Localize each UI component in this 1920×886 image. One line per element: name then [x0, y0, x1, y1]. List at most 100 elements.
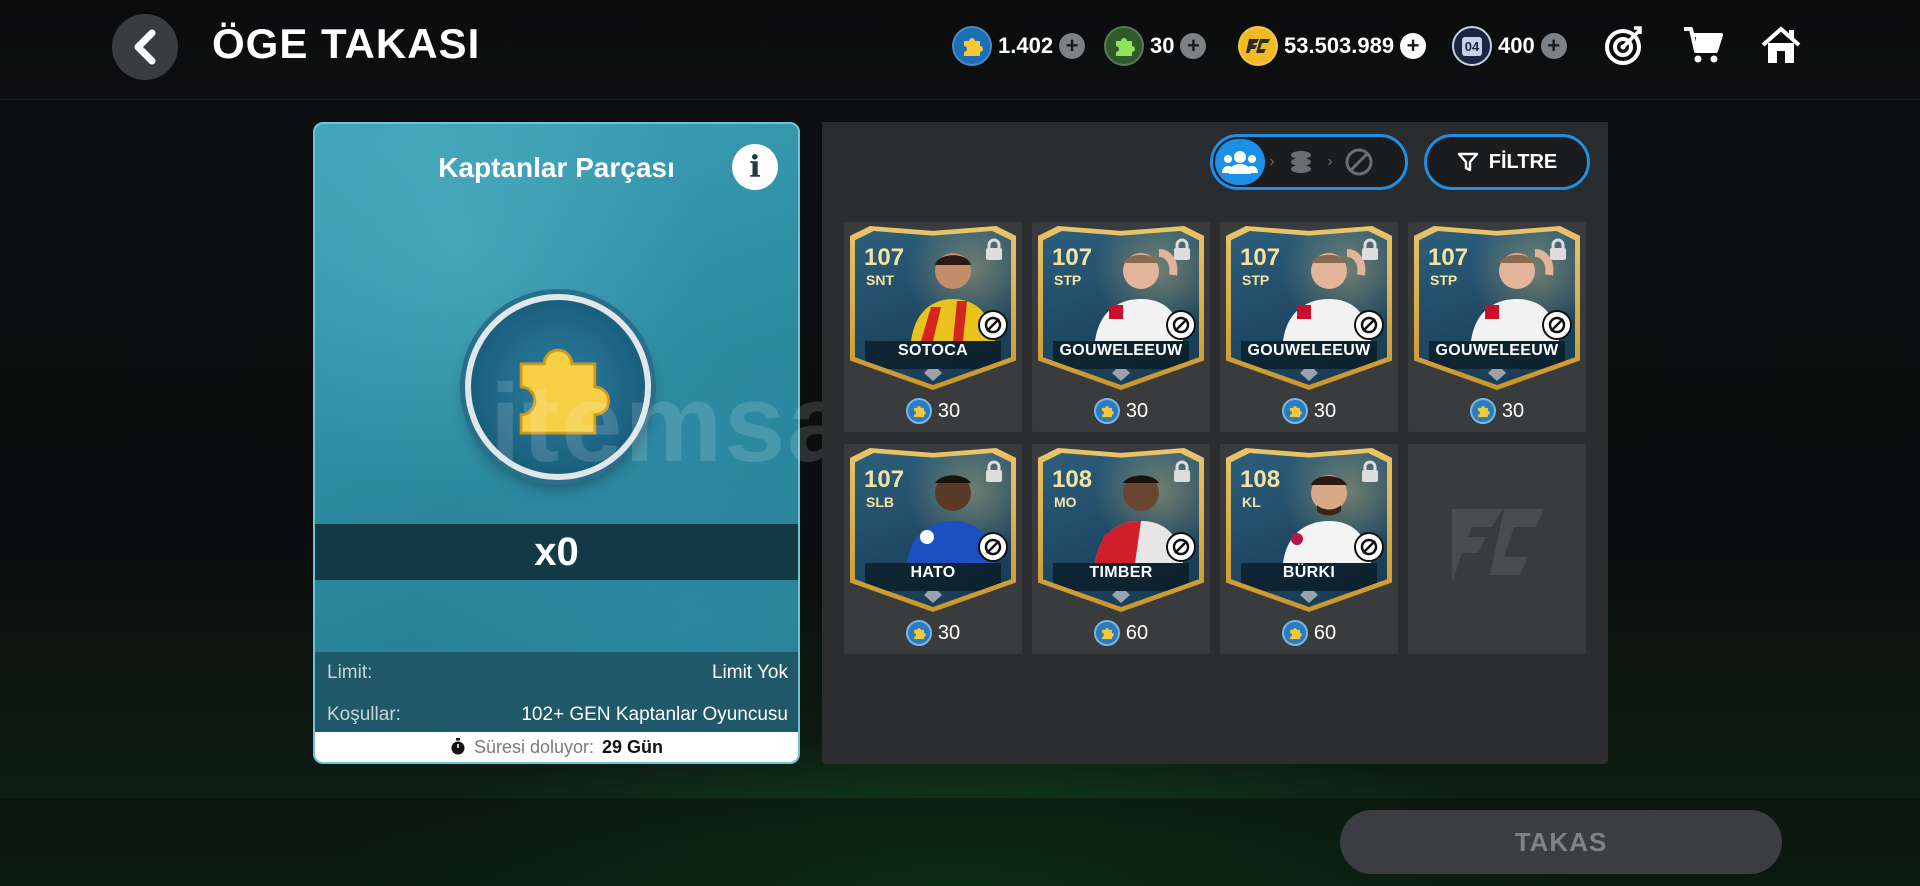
group-icon [1222, 151, 1258, 174]
swap-button[interactable]: TAKAS [1340, 810, 1782, 874]
add-captains-piece-button[interactable]: + [1059, 33, 1086, 59]
player-rating: 107 [1428, 244, 1469, 271]
player-price: 30 [1408, 398, 1586, 424]
player-tile[interactable]: 107 STP GOUWELEEUW 30 [1032, 222, 1210, 432]
players-panel: › › FİLTRE 107 SNT SOTOCA 30 107 STP GOU… [822, 122, 1608, 764]
untradeable-icon [978, 532, 1008, 562]
stopwatch-icon [451, 738, 465, 755]
player-card: 107 STP GOUWELEEUW [1038, 226, 1204, 390]
player-position: SNT [866, 272, 894, 288]
price-value: 30 [1125, 399, 1149, 422]
objectives-button[interactable] [1602, 22, 1648, 68]
item-name: Kaptanlar Parçası [438, 152, 675, 183]
untradeable-icon [1354, 532, 1384, 562]
sort-players-button[interactable] [1215, 139, 1265, 185]
price-value: 30 [937, 399, 961, 422]
fc-logo-icon [1452, 509, 1544, 583]
player-position: SLB [866, 494, 894, 510]
coin-stack-icon [1291, 151, 1311, 173]
player-tile[interactable]: 107 STP GOUWELEEUW 30 [1408, 222, 1586, 432]
player-price: 60 [1032, 620, 1210, 646]
gem-icon [1112, 591, 1130, 603]
player-name: SOTOCA [898, 342, 968, 359]
player-tile[interactable]: 107 SLB HATO 30 [844, 444, 1022, 654]
player-rating: 107 [1240, 244, 1281, 271]
gem-icon [1300, 369, 1318, 381]
captains-piece-icon [905, 398, 932, 424]
item-meta: Limit: Limit Yok Koşullar: 102+ GEN Kapt… [315, 652, 798, 736]
conditions-value: 102+ GEN Kaptanlar Oyuncusu [521, 704, 788, 725]
filter-label: FİLTRE [1488, 150, 1558, 173]
player-name: BÜRKI [1282, 564, 1336, 581]
price-value: 30 [1313, 399, 1337, 422]
sort-steps: › › [1210, 134, 1408, 190]
player-rating: 108 [1240, 466, 1281, 493]
empty-slot [1408, 444, 1586, 654]
captains-piece-icon [1093, 398, 1120, 424]
captains-piece-icon [1469, 398, 1496, 424]
player-tile[interactable]: 108 KL BÜRKI 60 [1220, 444, 1398, 654]
gem-icon [1300, 591, 1318, 603]
fc-coin-icon [1238, 26, 1278, 66]
add-coins-button[interactable]: + [1400, 33, 1427, 59]
lock-icon [986, 238, 1002, 260]
player-card: 107 STP GOUWELEEUW [1414, 226, 1580, 390]
back-button[interactable] [112, 14, 178, 80]
untradeable-icon [1345, 148, 1373, 176]
player-name: HATO [910, 564, 956, 581]
player-rating: 107 [864, 244, 905, 271]
home-button[interactable] [1758, 22, 1804, 68]
green-piece-value: 30 [1150, 33, 1175, 58]
untradeable-icon [1354, 310, 1384, 340]
add-green-piece-button[interactable]: + [1180, 33, 1207, 59]
captains-piece-icon [952, 26, 992, 66]
add-gems-button[interactable]: + [1540, 33, 1567, 59]
limit-row: Limit: Limit Yok [315, 652, 798, 694]
untradeable-icon [978, 310, 1008, 340]
player-rating: 107 [864, 466, 905, 493]
gem-icon [924, 591, 942, 603]
player-tile[interactable]: 107 SNT SOTOCA 30 [844, 222, 1022, 432]
chevron-right-icon: › [1327, 153, 1333, 170]
untradeable-icon [1542, 310, 1572, 340]
player-card: 107 SLB HATO [850, 448, 1016, 612]
captains-piece-value: 1.402 [998, 33, 1054, 58]
limit-value: Limit Yok [711, 662, 788, 683]
home-icon [1761, 26, 1801, 63]
sort-untradeable-button[interactable] [1337, 139, 1381, 185]
player-price: 60 [1220, 620, 1398, 646]
player-card: 108 KL BÜRKI [1226, 448, 1392, 612]
gem-card-badge: 04 [1461, 36, 1483, 56]
captains-piece-icon [905, 620, 932, 646]
player-name: GOUWELEEUW [1059, 342, 1183, 359]
lock-icon [1550, 238, 1566, 260]
gem-value: 400 [1498, 33, 1535, 58]
currency-captains-piece: 1.402 + [952, 24, 1086, 68]
info-button[interactable]: i [732, 144, 778, 190]
item-count: x0 [315, 524, 798, 580]
filter-icon [1457, 152, 1478, 172]
top-bar: ÖGE TAKASI 1.402 + 30 + 53.503.989 + 04 … [0, 0, 1920, 100]
limit-label: Limit: [327, 662, 373, 683]
store-button[interactable] [1680, 22, 1726, 68]
sort-coins-button[interactable] [1279, 139, 1323, 185]
player-price: 30 [844, 398, 1022, 424]
currency-green-piece: 30 + [1104, 24, 1207, 68]
player-position: STP [1054, 272, 1082, 288]
panel-toolbar: › › FİLTRE [822, 122, 1608, 200]
gem-icon [1488, 369, 1506, 381]
filter-button[interactable]: FİLTRE [1424, 134, 1590, 190]
player-position: STP [1242, 272, 1270, 288]
expiry-value: 29 Gün [602, 736, 664, 757]
expiry-label: Süresi doluyor: [473, 736, 595, 757]
player-position: KL [1242, 494, 1261, 510]
conditions-row: Koşullar: 102+ GEN Kaptanlar Oyuncusu [315, 694, 798, 736]
player-price: 30 [1220, 398, 1398, 424]
untradeable-icon [1166, 310, 1196, 340]
conditions-label: Koşullar: [327, 704, 401, 725]
green-piece-icon [1104, 26, 1144, 66]
player-price: 30 [844, 620, 1022, 646]
player-name: GOUWELEEUW [1247, 342, 1371, 359]
player-tile[interactable]: 107 STP GOUWELEEUW 30 [1220, 222, 1398, 432]
player-tile[interactable]: 108 MO TIMBER 60 [1032, 444, 1210, 654]
